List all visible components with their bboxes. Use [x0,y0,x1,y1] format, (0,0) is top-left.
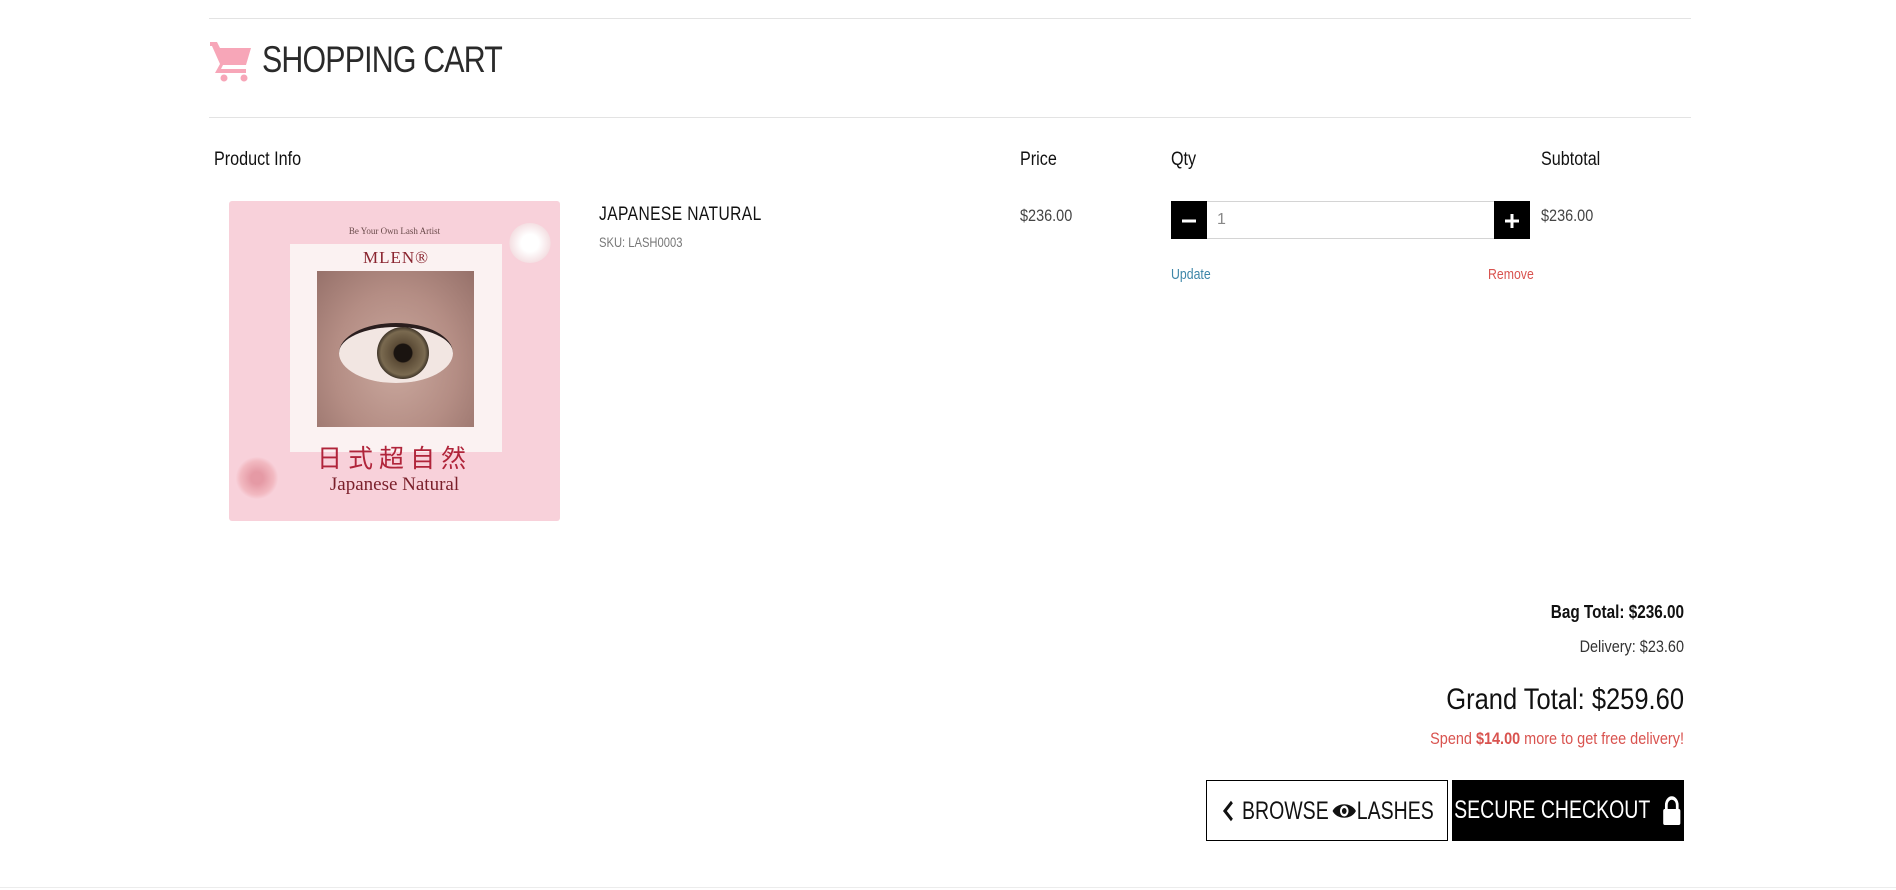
cart-totals: Bag Total: $236.00 Delivery: $23.60 Gran… [1084,598,1684,754]
free-delivery-notice: Spend $14.00 more to get free delivery! [1174,724,1684,754]
product-image-english-name: Japanese Natural [329,474,460,495]
lashes-label: LASHES [1356,796,1434,825]
eye-photo [317,271,474,427]
eye-icon [1332,804,1356,818]
free-delivery-prefix: Spend [1430,729,1476,748]
header-divider [209,117,1691,118]
page-title: SHOPPING CART [208,38,555,82]
browse-lashes-button[interactable]: BROWSE LASHES [1206,780,1448,841]
chevron-left-icon [1222,800,1233,822]
decrement-button[interactable] [1171,201,1207,239]
free-delivery-suffix: more to get free delivery! [1520,729,1684,748]
delivery-cost: Delivery: $23.60 [1579,637,1684,656]
column-header-qty: Qty [1171,149,1197,170]
product-sku: SKU: LASH0003 [599,234,683,250]
lock-icon [1663,795,1681,825]
iris [377,327,429,379]
bag-total: Bag Total: $236.00 [1550,602,1684,622]
remove-link[interactable]: Remove [1488,266,1534,283]
eyeball [339,323,453,383]
cart-title-text: SHOPPING CART [262,39,503,80]
checkout-label: SECURE CHECKOUT [1453,796,1651,825]
product-price: $236.00 [1020,206,1073,225]
top-divider [209,18,1691,19]
product-image-chinese-name: 日式超自然 [316,444,472,473]
product-subtotal: $236.00 [1541,206,1594,225]
column-header-subtotal: Subtotal [1541,149,1601,170]
free-delivery-amount: $14.00 [1475,729,1521,748]
browse-label: BROWSE [1241,796,1329,825]
grand-total: Grand Total: $259.60 [1446,683,1684,716]
plus-icon [1505,214,1519,228]
product-image-brand: MLEN® [362,248,430,267]
update-link[interactable]: Update [1171,266,1211,283]
quantity-stepper [1171,201,1530,239]
footer-divider [0,887,1896,888]
product-image[interactable]: Be Your Own Lash Artist MLEN® 日式超自然 Japa… [229,201,560,521]
increment-button[interactable] [1494,201,1530,239]
quantity-input[interactable] [1207,201,1494,239]
column-header-product-info: Product Info [214,149,302,170]
secure-checkout-button-content: SECURE CHECKOUT [1454,795,1682,825]
column-header-price: Price [1020,149,1057,170]
browse-lashes-button-content: BROWSE LASHES [1221,796,1434,826]
product-image-tagline: Be Your Own Lash Artist [348,226,441,236]
product-image-frame: MLEN® [290,244,502,452]
secure-checkout-button[interactable]: SECURE CHECKOUT [1452,780,1684,841]
minus-icon [1182,219,1196,223]
product-name[interactable]: JAPANESE NATURAL [599,204,762,226]
shopping-cart-icon [210,42,251,82]
